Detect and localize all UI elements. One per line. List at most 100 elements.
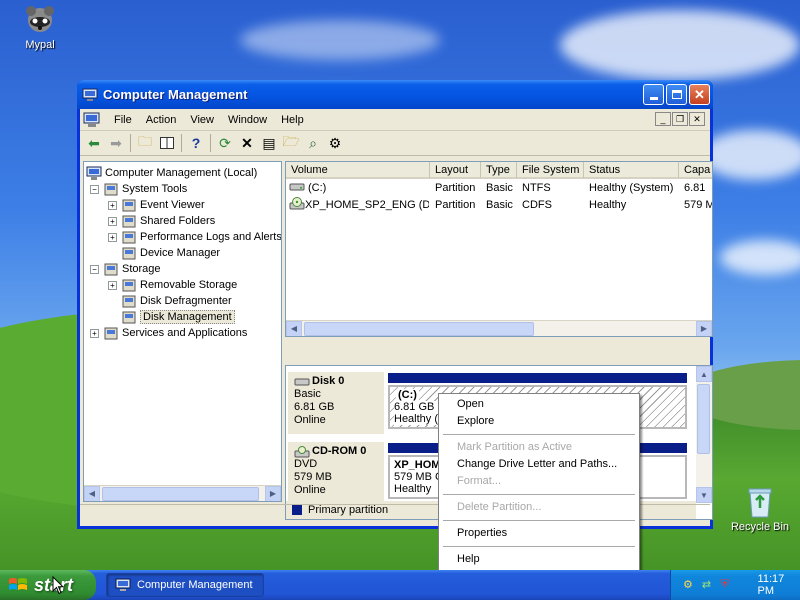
- menu-view[interactable]: View: [183, 112, 221, 128]
- volume-name: XP_HOME_SP2_ENG (D:): [305, 199, 429, 211]
- tree-item-event-viewer[interactable]: + Event Viewer: [108, 197, 205, 213]
- maximize-button[interactable]: [666, 84, 687, 105]
- expand-icon[interactable]: +: [108, 200, 117, 210]
- tree-item-system-tools[interactable]: − System Tools: [90, 181, 187, 197]
- menu-window[interactable]: Window: [221, 112, 274, 128]
- console-icon: [83, 112, 100, 127]
- context-menu-item-explore[interactable]: Explore: [441, 413, 637, 430]
- cd-rom-0-label[interactable]: CD-ROM 0 DVD 579 MB Online: [288, 442, 384, 504]
- tree-horizontal-scrollbar[interactable]: ◀ ▶: [84, 485, 281, 501]
- minimize-button[interactable]: [643, 84, 664, 105]
- disk-view-vertical-scrollbar[interactable]: ▲ ▼: [696, 366, 712, 503]
- start-button[interactable]: start: [0, 570, 96, 600]
- show-hide-tree-button[interactable]: [156, 133, 178, 153]
- taskbar: start Computer Management ⚙ ⇄ ⛨ 11:17 PM: [0, 570, 800, 600]
- maximize-icon: [671, 90, 682, 99]
- desktop-icon-mypal[interactable]: Mypal: [4, 4, 76, 51]
- column-header-volume[interactable]: Volume: [286, 162, 430, 179]
- scroll-thumb[interactable]: [102, 487, 259, 501]
- volume-list-horizontal-scrollbar[interactable]: ◀ ▶: [286, 320, 712, 336]
- tree-item-shared-folders[interactable]: + Shared Folders: [108, 213, 215, 229]
- expand-icon[interactable]: +: [108, 280, 117, 290]
- scroll-up-arrow[interactable]: ▲: [696, 366, 712, 382]
- delete-button[interactable]: ✕: [236, 133, 258, 153]
- tree-root[interactable]: Computer Management (Local): [86, 165, 257, 181]
- expand-icon[interactable]: +: [108, 232, 117, 242]
- search-button[interactable]: ⌕: [302, 133, 324, 153]
- forward-button[interactable]: ➡: [105, 133, 127, 153]
- volume-name: (C:): [308, 182, 327, 194]
- desktop-icon-recycle-bin[interactable]: Recycle Bin: [724, 486, 796, 533]
- context-menu-item-change-drive-letter-and-paths[interactable]: Change Drive Letter and Paths...: [441, 456, 637, 473]
- tree-item-label: Services and Applications: [122, 327, 248, 339]
- help-button[interactable]: ?: [185, 133, 207, 153]
- scroll-down-arrow[interactable]: ▼: [696, 487, 712, 503]
- removable-storage-icon: [122, 279, 136, 291]
- context-menu-item-open[interactable]: Open: [441, 396, 637, 413]
- tray-security-shield-icon[interactable]: ⛨: [721, 578, 734, 592]
- settings-button[interactable]: ⚙: [324, 133, 346, 153]
- partition-status: Healthy (: [394, 413, 439, 425]
- tree-item-label: Performance Logs and Alerts: [140, 231, 282, 243]
- computer-management-icon: [82, 88, 98, 101]
- scroll-right-arrow[interactable]: ▶: [696, 320, 712, 336]
- back-button[interactable]: ⬅: [83, 133, 105, 153]
- menu-file[interactable]: File: [107, 112, 139, 128]
- disk-management-icon: [122, 311, 136, 323]
- column-header-file-system[interactable]: File System: [517, 162, 584, 179]
- column-header-layout[interactable]: Layout: [430, 162, 481, 179]
- disk-0-label[interactable]: Disk 0 Basic 6.81 GB Online: [288, 372, 384, 434]
- scroll-thumb[interactable]: [697, 384, 710, 454]
- mdi-minimize-button[interactable]: _: [655, 112, 671, 126]
- volume-capacity: 6.81: [684, 182, 706, 194]
- taskbar-item-computer-management[interactable]: Computer Management: [106, 573, 264, 597]
- refresh-button[interactable]: ⟳: [214, 133, 236, 153]
- up-one-level-button[interactable]: 🗀: [134, 133, 156, 153]
- clock[interactable]: 11:17 PM: [758, 573, 800, 597]
- tree-item-device-manager[interactable]: Device Manager: [108, 245, 220, 261]
- tree-item-label: Storage: [122, 263, 161, 275]
- performance-logs-icon: [122, 231, 136, 243]
- column-header-type[interactable]: Type: [481, 162, 517, 179]
- collapse-icon[interactable]: −: [90, 264, 99, 274]
- close-button[interactable]: ✕: [689, 84, 710, 105]
- scroll-right-arrow[interactable]: ▶: [265, 485, 281, 501]
- context-menu-item-help[interactable]: Help: [441, 551, 637, 568]
- menu-help[interactable]: Help: [274, 112, 311, 128]
- menu-action[interactable]: Action: [139, 112, 184, 128]
- scroll-left-arrow[interactable]: ◀: [84, 485, 100, 501]
- services-icon: [104, 327, 118, 339]
- column-header-capacity[interactable]: Capa: [679, 162, 712, 179]
- tree-item-removable-storage[interactable]: + Removable Storage: [108, 277, 237, 293]
- tree-item-performance-logs-and-alerts[interactable]: + Performance Logs and Alerts: [108, 229, 282, 245]
- close-icon: ✕: [694, 86, 705, 102]
- disk-size: 579 MB: [294, 471, 332, 483]
- close-icon: ✕: [693, 113, 701, 124]
- mdi-close-button[interactable]: ✕: [689, 112, 705, 126]
- tray-network-icon[interactable]: ⚙: [683, 578, 696, 592]
- volume-file-system: NTFS: [522, 182, 551, 194]
- scroll-thumb[interactable]: [304, 322, 534, 336]
- tray-safely-remove-icon[interactable]: ⇄: [702, 578, 715, 592]
- expand-icon[interactable]: +: [90, 328, 99, 338]
- column-header-status[interactable]: Status: [584, 162, 679, 179]
- context-menu-item-properties[interactable]: Properties: [441, 525, 637, 542]
- open-button[interactable]: 🗁: [280, 133, 302, 153]
- menu-separator: [443, 494, 635, 495]
- task-label: Computer Management: [137, 579, 253, 591]
- tree-item-disk-defragmenter[interactable]: Disk Defragmenter: [108, 293, 232, 309]
- minimize-icon: _: [660, 114, 666, 124]
- desktop-icon-label: Recycle Bin: [730, 521, 790, 533]
- tree-item-services-and-applications[interactable]: + Services and Applications: [90, 325, 247, 341]
- show-hide-tree-icon: [160, 137, 174, 149]
- raccoon-icon: [24, 4, 56, 36]
- scroll-left-arrow[interactable]: ◀: [286, 320, 302, 336]
- title-bar[interactable]: Computer Management ✕: [77, 80, 713, 109]
- tools-icon: [104, 183, 118, 195]
- tree-item-storage[interactable]: − Storage: [90, 261, 161, 277]
- collapse-icon[interactable]: −: [90, 184, 99, 194]
- expand-icon[interactable]: +: [108, 216, 117, 226]
- tree-item-disk-management[interactable]: Disk Management: [108, 309, 235, 325]
- properties-button[interactable]: ▤: [258, 133, 280, 153]
- mdi-restore-button[interactable]: ❐: [672, 112, 688, 126]
